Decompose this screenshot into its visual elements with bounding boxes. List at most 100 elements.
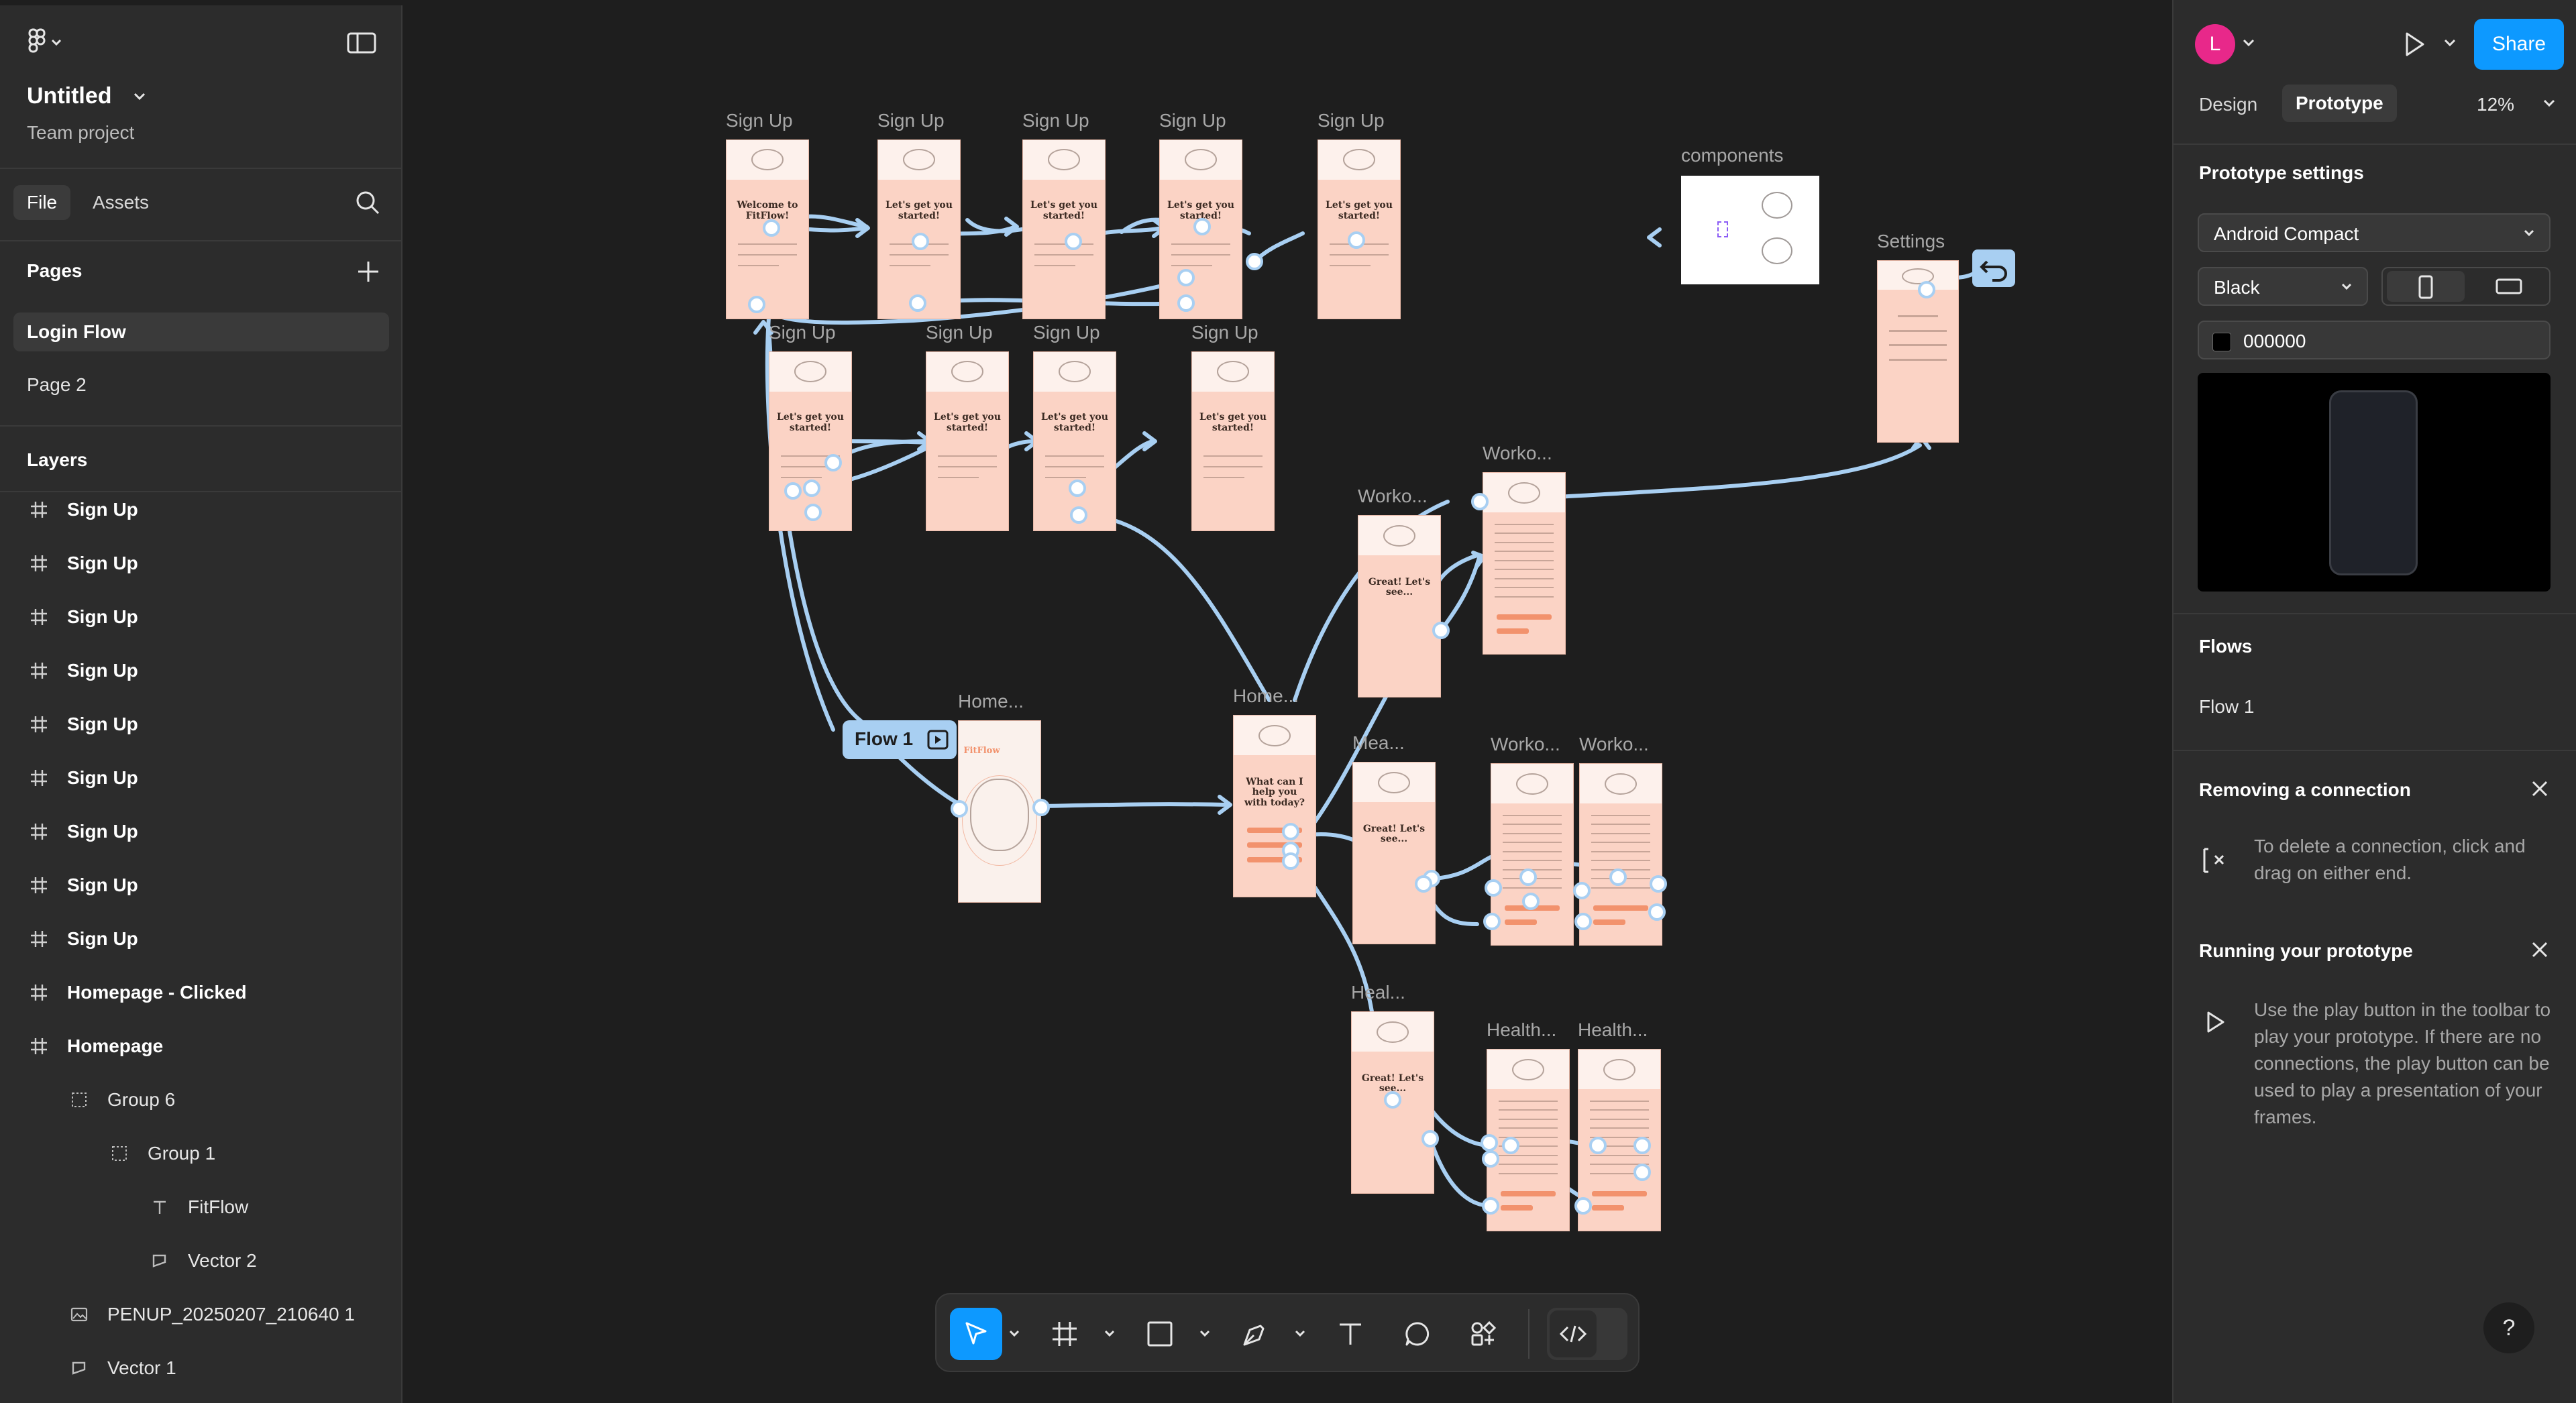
frame-label[interactable]: Worko... [1358,486,1428,507]
layer-row[interactable]: Sign Up [0,751,401,805]
device-color-select[interactable]: Black [2198,267,2368,306]
frame-signup[interactable]: Let's get you started! [877,139,961,319]
connection-handle[interactable] [1918,281,1935,298]
project-name[interactable]: Team project [27,122,134,144]
layer-row[interactable]: Sign Up [0,912,401,966]
comment-tool[interactable] [1391,1308,1444,1360]
layer-row[interactable]: Sign Up [0,697,401,751]
layer-row[interactable]: Group 1 [0,1127,401,1180]
connection-handle[interactable] [824,454,842,471]
connection-handle[interactable] [803,480,820,497]
frame-label[interactable]: Sign Up [1033,322,1100,343]
frame-label-settings[interactable]: Settings [1877,231,1945,252]
frame-label[interactable]: Sign Up [1159,110,1226,131]
tab-prototype[interactable]: Prototype [2282,85,2397,122]
frame-label[interactable]: Heal... [1351,982,1405,1003]
connection-handle[interactable] [1574,913,1592,930]
frame-signup[interactable]: Let's get you started! [926,351,1009,531]
frame-label[interactable]: Worko... [1483,443,1552,464]
connection-handle[interactable] [1519,868,1537,886]
layer-row[interactable]: Group 6 [0,1073,401,1127]
connection-handle[interactable] [1065,233,1082,250]
frame-label[interactable]: Sign Up [1022,110,1089,131]
move-tool-chevron-down-icon[interactable] [1006,1308,1022,1360]
frame-signup[interactable]: Let's get you started! [1033,351,1116,531]
page-item-page-2[interactable]: Page 2 [27,374,87,396]
connection-handle[interactable] [951,800,968,818]
connection-handle[interactable] [1650,875,1667,893]
frame-signup[interactable]: Let's get you started! [1191,351,1275,531]
help-button[interactable]: ? [2483,1302,2534,1353]
present-chevron-down-icon[interactable] [2442,36,2458,50]
back-action-badge[interactable] [1972,249,2015,287]
connection-handle[interactable] [1589,1137,1607,1154]
layer-row[interactable]: Vector 2 [0,1234,401,1288]
title-chevron-down-icon[interactable] [131,90,148,103]
connection-handle[interactable] [1633,1164,1651,1181]
zoom-chevron-down-icon[interactable] [2541,97,2557,110]
frame-label[interactable]: Sign Up [877,110,945,131]
background-hex-value[interactable]: 000000 [2243,331,2306,352]
frame-list[interactable] [1483,472,1566,655]
connection-handle[interactable] [1522,893,1540,910]
document-title[interactable]: Untitled [27,83,112,109]
play-frame-icon[interactable] [927,730,949,750]
main-menu-button[interactable] [27,28,75,55]
connection-handle[interactable] [1348,231,1365,249]
connection-handle[interactable] [909,294,926,312]
flow-item[interactable]: Flow 1 [2199,696,2254,718]
tab-file[interactable]: File [13,185,71,220]
frame-label[interactable]: Sign Up [1191,322,1258,343]
connection-handle[interactable] [1282,852,1299,870]
connection-handle[interactable] [1574,1197,1592,1215]
design-canvas[interactable]: Sign Up Welcome to FitFlow! Sign Up Let's g… [404,5,2172,1398]
share-button[interactable]: Share [2474,19,2564,70]
connection-handle[interactable] [1193,218,1211,235]
frame-label[interactable]: Mea... [1352,732,1405,754]
layer-row[interactable]: Homepage [0,1019,401,1073]
connection-handle[interactable] [1502,1137,1519,1154]
connection-handle[interactable] [1482,1150,1499,1168]
search-button[interactable] [353,188,382,217]
avatar[interactable]: L [2195,24,2235,64]
connection-handle[interactable] [804,504,822,521]
layer-row[interactable]: PENUP_20250207_210640 1 [0,1288,401,1341]
layer-row[interactable]: Sign Up [0,492,401,537]
pen-tool[interactable] [1229,1308,1281,1360]
layer-row[interactable]: Vector 1 [0,1341,401,1384]
frame-label[interactable]: Worko... [1579,734,1649,755]
frame-great[interactable]: Great! Let's see... [1352,762,1436,944]
frame-great[interactable]: Great! Let's see... [1358,515,1441,697]
frame-signup[interactable]: Let's get you started! [1022,139,1106,319]
frame-list[interactable] [1491,763,1574,946]
flow-starting-point-badge[interactable]: Flow 1 [843,720,957,759]
frame-home[interactable]: FitFlow [958,720,1041,903]
layer-row[interactable]: Sign Up [0,858,401,912]
frame-label-components[interactable]: components [1681,145,1784,166]
frame-tool-chevron-down-icon[interactable] [1102,1308,1118,1360]
layer-row[interactable]: Sign Up [0,590,401,644]
actions-tool[interactable] [1457,1308,1509,1360]
connection-handle[interactable] [1177,269,1195,286]
landscape-button[interactable] [2469,271,2546,302]
text-tool[interactable] [1324,1308,1377,1360]
tab-design[interactable]: Design [2199,94,2257,115]
connection-handle[interactable] [1421,1130,1439,1147]
connection-handle[interactable] [1177,294,1195,312]
connection-handle[interactable] [1282,823,1299,840]
frame-label[interactable]: Sign Up [926,322,993,343]
avatar-chevron-down-icon[interactable] [2241,36,2257,50]
connection-handle[interactable] [1482,1197,1499,1215]
color-swatch[interactable] [2212,333,2231,351]
connection-handle[interactable] [763,219,780,237]
frame-label[interactable]: Sign Up [726,110,793,131]
pen-tool-chevron-down-icon[interactable] [1292,1308,1308,1360]
connection-handle[interactable] [1485,879,1502,897]
present-button[interactable] [2399,30,2428,59]
frame-label[interactable]: Sign Up [1318,110,1385,131]
frame-list[interactable] [1579,763,1662,946]
frame-tool[interactable] [1038,1308,1091,1360]
connection-handle[interactable] [748,296,765,313]
connection-handle[interactable] [1432,622,1450,639]
dev-mode-toggle[interactable] [1547,1308,1627,1360]
